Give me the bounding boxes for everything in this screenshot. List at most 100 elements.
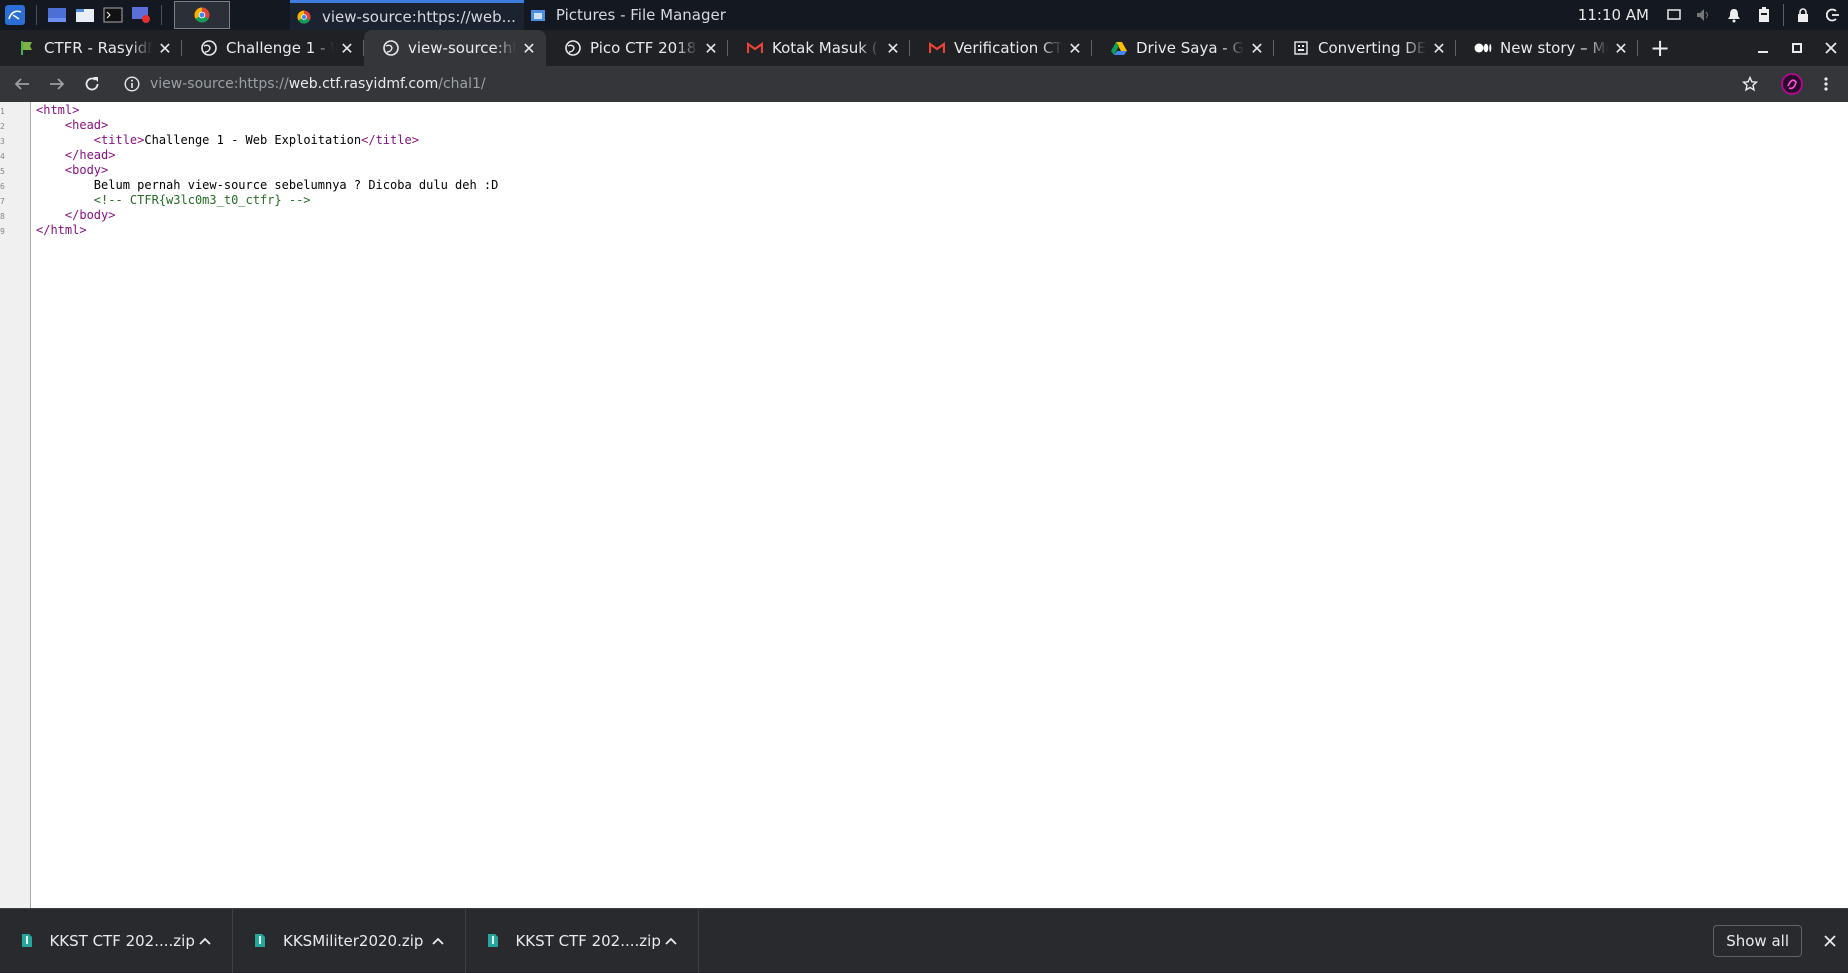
back-icon[interactable] <box>6 68 38 100</box>
download-item[interactable]: KKST CTF 202....zip <box>0 908 233 973</box>
tab-close-icon[interactable]: ✕ <box>156 39 174 58</box>
download-item[interactable]: KKST CTF 202....zip <box>466 908 699 973</box>
chevron-up-icon[interactable] <box>661 930 682 952</box>
close-shelf-icon[interactable] <box>1818 929 1842 953</box>
new-tab-button[interactable]: + <box>1642 30 1678 66</box>
browser-toolbar: view-source:https://web.ctf.rasyidmf.com… <box>0 66 1848 102</box>
line-number: 1 <box>0 107 5 116</box>
download-item[interactable]: KKSMiliter2020.zip <box>233 908 466 973</box>
minimize-icon[interactable] <box>1746 30 1780 66</box>
bookmark-star-icon[interactable] <box>1734 68 1766 100</box>
tab-view-source[interactable]: view-source:https://web.ctf.rasyidmf.com… <box>364 30 546 66</box>
source-code[interactable]: <html> <head> <title>Challenge 1 - Web E… <box>31 102 498 908</box>
taskbar-separator <box>36 5 37 25</box>
forward-icon[interactable] <box>41 68 73 100</box>
file-manager-icon <box>530 7 546 23</box>
html-tag: </title> <box>361 133 419 147</box>
browser-tabstrip: CTFR - RasyidMF ✕ Challenge 1 - Web Expl… <box>0 30 1848 66</box>
zip-file-icon <box>486 933 499 949</box>
clock[interactable]: 11:10 AM <box>1578 6 1649 24</box>
ctfr-flag-icon <box>18 39 36 57</box>
screen-recorder-launcher-icon[interactable] <box>127 0 155 30</box>
window-controls <box>1746 30 1848 66</box>
tab-label: CTFR - RasyidMF <box>44 39 152 57</box>
line-number-gutter: 1 2 3 4 5 6 7 8 9 <box>0 102 31 908</box>
tab-converting[interactable]: Converting DEADFACE ✕ <box>1274 30 1456 66</box>
tab-pico-ctf[interactable]: Pico CTF 2018 Web Exploitation ✕ <box>546 30 728 66</box>
address-prefix: view-source:https:// <box>150 76 289 92</box>
volume-muted-icon[interactable] <box>1689 0 1719 30</box>
tab-label: Pico CTF 2018 Web Exploitation <box>590 39 698 57</box>
source-line: </html> <box>36 223 498 238</box>
tab-label: Drive Saya - Google Drive <box>1136 39 1244 57</box>
line-number: 6 <box>0 182 5 191</box>
show-desktop-icon[interactable] <box>43 0 71 30</box>
html-tag: <head> <box>64 118 109 132</box>
logout-icon[interactable] <box>1818 0 1848 30</box>
kali-menu-icon[interactable] <box>0 0 30 30</box>
tab-close-icon[interactable]: ✕ <box>1248 39 1266 58</box>
chevron-up-icon[interactable] <box>427 930 449 952</box>
tab-close-icon[interactable]: ✕ <box>338 39 356 58</box>
tab-verification-ctfr[interactable]: Verification CTFR ✕ <box>910 30 1092 66</box>
source-line: </head> <box>36 148 498 163</box>
address-host: web.ctf.rasyidmf.com <box>288 76 439 92</box>
display-icon[interactable] <box>1659 0 1689 30</box>
html-tag: <html> <box>36 103 80 117</box>
tab-label: Challenge 1 - Web Exploitation <box>226 39 334 57</box>
close-window-icon[interactable] <box>1814 30 1848 66</box>
taskbar-task-file-manager[interactable]: Pictures - File Manager <box>524 0 734 30</box>
tab-close-icon[interactable]: ✕ <box>1066 39 1084 58</box>
tray-separator <box>1783 4 1784 26</box>
tab-close-icon[interactable]: ✕ <box>520 39 538 58</box>
tab-kotak-masuk[interactable]: Kotak Masuk (1.303) ✕ <box>728 30 910 66</box>
tab-close-icon[interactable]: ✕ <box>1612 39 1630 58</box>
file-manager-launcher-icon[interactable] <box>71 0 99 30</box>
source-line: </body> <box>36 208 498 223</box>
globe-icon <box>200 39 218 57</box>
chrome-menu-icon[interactable] <box>1810 68 1842 100</box>
site-info-icon[interactable] <box>122 74 142 94</box>
tab-label: Verification CTFR <box>954 39 1062 57</box>
tab-close-icon[interactable]: ✕ <box>702 39 720 58</box>
chevron-up-icon[interactable] <box>195 930 216 952</box>
drive-icon <box>1110 39 1128 57</box>
html-tag: <title> <box>93 133 145 147</box>
tab-ctfr-rasyidmf[interactable]: CTFR - RasyidMF ✕ <box>0 30 182 66</box>
maximize-icon[interactable] <box>1780 30 1814 66</box>
tab-new-story-medium[interactable]: New story – Medium ✕ <box>1456 30 1638 66</box>
notification-bell-icon[interactable] <box>1719 0 1749 30</box>
html-comment: <!-- CTFR{w3lc0m3_t0_ctfr} --> <box>93 193 311 207</box>
chrome-icon <box>296 9 312 25</box>
download-filename: KKSMiliter2020.zip <box>283 931 424 950</box>
body-text: Belum pernah view-source sebelumnya ? Di… <box>93 178 499 192</box>
download-filename: KKST CTF 202....zip <box>49 931 195 950</box>
zip-file-icon <box>20 933 33 949</box>
tab-label: New story – Medium <box>1500 39 1608 57</box>
line-number: 9 <box>0 227 5 236</box>
taskbar-task-label: view-source:https://web... <box>322 7 516 26</box>
show-all-button[interactable]: Show all <box>1713 924 1802 957</box>
reload-icon[interactable] <box>76 68 108 100</box>
line-number: 2 <box>0 122 5 131</box>
battery-icon[interactable] <box>1749 0 1779 30</box>
lock-screen-icon[interactable] <box>1788 0 1818 30</box>
tab-challenge-1[interactable]: Challenge 1 - Web Exploitation ✕ <box>182 30 364 66</box>
terminal-launcher-icon[interactable] <box>99 0 127 30</box>
address-bar[interactable]: view-source:https://web.ctf.rasyidmf.com… <box>122 66 1734 102</box>
gmail-icon <box>928 39 946 57</box>
tab-close-icon[interactable]: ✕ <box>1430 39 1448 58</box>
profile-avatar[interactable] <box>1776 68 1808 100</box>
taskbar-task-chrome[interactable]: view-source:https://web... <box>290 0 524 30</box>
source-line: Belum pernah view-source sebelumnya ? Di… <box>36 178 499 193</box>
converter-icon <box>1292 39 1310 57</box>
line-number: 7 <box>0 197 5 206</box>
title-text: Challenge 1 - Web Exploitation <box>144 133 362 147</box>
tab-label: Kotak Masuk (1.303) <box>772 39 880 57</box>
chrome-launcher-icon[interactable] <box>174 1 230 29</box>
tab-close-icon[interactable]: ✕ <box>884 39 902 58</box>
line-number: 5 <box>0 167 5 176</box>
address-text: view-source:https://web.ctf.rasyidmf.com… <box>150 76 486 92</box>
tab-label: view-source:https://web.ctf.rasyidmf.com… <box>408 39 516 57</box>
tab-drive-saya[interactable]: Drive Saya - Google Drive ✕ <box>1092 30 1274 66</box>
